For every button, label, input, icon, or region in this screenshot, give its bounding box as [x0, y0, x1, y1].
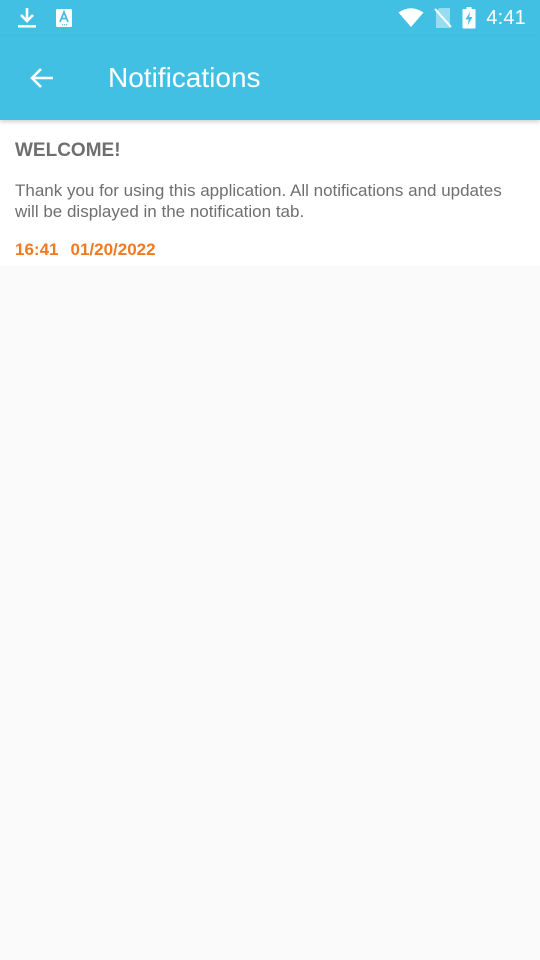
notification-time: 16:41 — [15, 240, 59, 259]
wifi-icon — [398, 8, 424, 28]
a-translate-icon — [55, 8, 73, 28]
battery-charging-icon — [462, 7, 476, 29]
back-button[interactable] — [18, 54, 66, 102]
notification-meta: 16:41 01/20/2022 — [15, 240, 525, 260]
notification-item[interactable]: WELCOME! Thank you for using this applic… — [0, 120, 540, 266]
notification-date: 01/20/2022 — [70, 240, 156, 259]
notification-body: Thank you for using this application. Al… — [15, 181, 502, 221]
notification-title: WELCOME! — [15, 140, 121, 161]
download-icon — [17, 7, 37, 29]
status-left-icons — [17, 7, 73, 29]
notification-list: WELCOME! Thank you for using this applic… — [0, 120, 540, 266]
status-time: 4:41 — [486, 6, 526, 29]
arrow-back-icon — [29, 67, 55, 89]
page-title: Notifications — [108, 62, 261, 93]
no-sim-icon — [434, 7, 453, 29]
app-bar: Notifications — [0, 36, 540, 120]
status-right-icons: 4:41 — [398, 6, 526, 30]
status-bar: 4:41 — [0, 0, 540, 36]
